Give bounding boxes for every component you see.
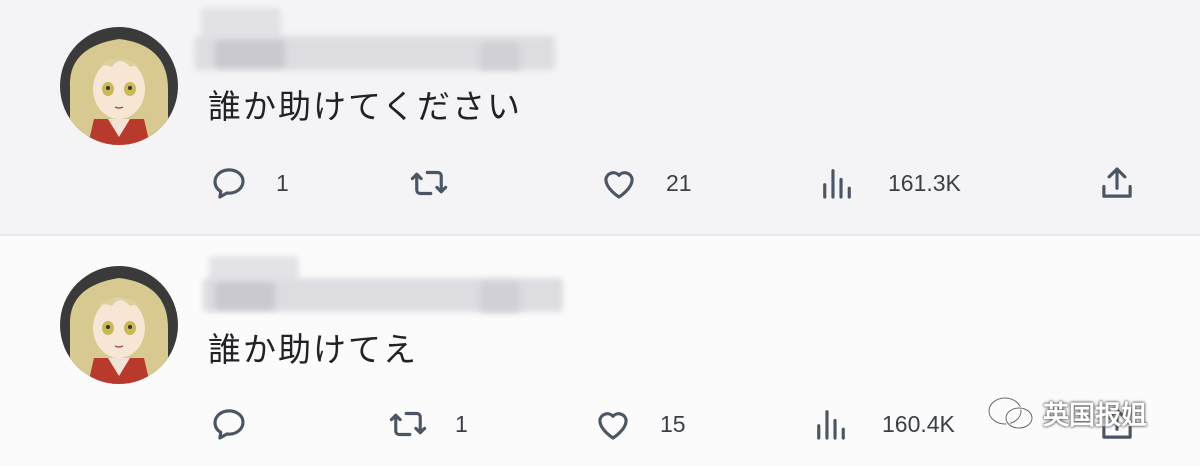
retweet-button[interactable]	[408, 162, 476, 204]
reply-button[interactable]	[208, 403, 276, 445]
heart-icon	[604, 171, 634, 199]
tweet-text: 誰か助けてえ	[208, 330, 418, 369]
speech-bubble-icon	[213, 409, 245, 440]
like-button[interactable]: 15	[592, 403, 686, 445]
share-upload-icon	[1102, 167, 1132, 198]
watermark-text: 英国报姐	[1043, 400, 1148, 431]
retweet-button[interactable]: 1	[387, 403, 468, 445]
wechat-logo-icon	[987, 396, 1034, 430]
bar-chart-icon	[817, 410, 845, 440]
timeline: 誰か助けてください 1 21 161.3K 誰か助けてえ 1 15 160.4K…	[0, 0, 1200, 466]
share-button[interactable]	[1096, 162, 1138, 204]
speech-bubble-icon	[213, 168, 245, 199]
retweet-count: 1	[455, 410, 468, 437]
retweet-arrows-icon	[410, 170, 448, 196]
avatar-image	[60, 27, 178, 145]
tweet-card[interactable]: 誰か助けてください 1 21 161.3K	[0, 0, 1200, 234]
reply-button[interactable]: 1	[208, 162, 289, 204]
tweet-text: 誰か助けてください	[208, 87, 523, 126]
blurred-username	[195, 6, 595, 70]
like-count: 21	[666, 169, 692, 196]
bar-chart-icon	[823, 169, 851, 199]
view-count: 160.4K	[882, 410, 955, 437]
like-count: 15	[660, 410, 686, 437]
watermark: 英国报姐	[985, 393, 1147, 433]
like-button[interactable]: 21	[598, 162, 692, 204]
heart-icon	[598, 412, 628, 440]
avatar-image	[60, 266, 178, 384]
views-button[interactable]: 160.4K	[810, 403, 955, 445]
reply-count: 1	[276, 169, 289, 196]
views-button[interactable]: 161.3K	[816, 162, 961, 204]
view-count: 161.3K	[888, 169, 961, 196]
avatar[interactable]	[60, 27, 178, 145]
blurred-username	[195, 256, 595, 320]
avatar[interactable]	[60, 266, 178, 384]
retweet-arrows-icon	[389, 411, 427, 437]
